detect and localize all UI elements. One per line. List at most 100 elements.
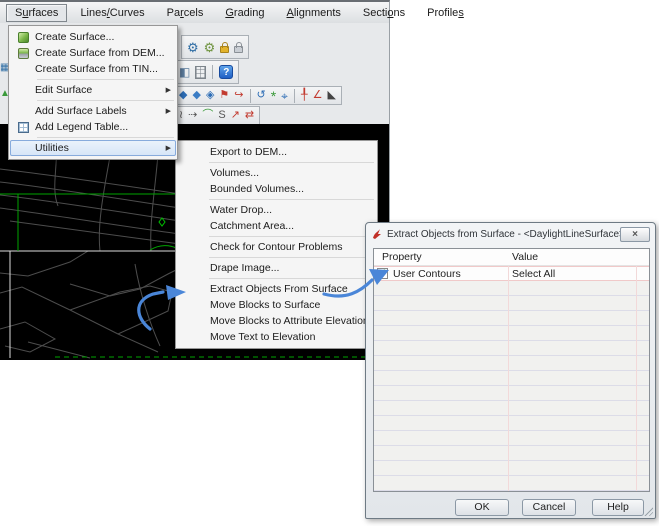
undo-icon[interactable]: ↺ [257,90,266,101]
menubar-item-profiles[interactable]: Profiles [418,4,473,22]
menu-item-label: Move Blocks to Surface [210,299,371,311]
close-icon[interactable]: × [620,227,650,242]
menu-item-move-blocks-to-surface[interactable]: Move Blocks to Surface [177,297,376,313]
axis-icon[interactable]: ╀ [301,90,308,101]
menu-item-drape-image[interactable]: Drape Image... [177,260,376,276]
menu-item-label: Volumes... [210,167,371,179]
arrows-swap-icon[interactable]: ⇄ [245,110,254,121]
calculator-icon[interactable] [195,66,206,79]
table-row-empty[interactable] [374,311,649,326]
dialog-app-icon [371,228,383,240]
value-cell[interactable]: Select All [508,268,555,280]
menu-separator [209,257,374,258]
menu-separator [37,100,174,101]
table-row-empty[interactable] [374,401,649,416]
polyline-icon[interactable]: ≀ [179,110,183,121]
menubar-item-surfaces[interactable]: Surfaces [6,4,67,22]
property-column-cell: User Contours [374,268,508,280]
menu-item-move-text-to-elevation[interactable]: Move Text to Elevation [177,329,376,345]
arrow-turn-icon[interactable]: ↪ [234,90,243,101]
gear-blue-icon[interactable]: ⚙ [187,41,199,54]
menu-item-move-blocks-to-attribute-elevation[interactable]: Move Blocks to Attribute Elevation [177,313,376,329]
menu-item-bounded-volumes[interactable]: Bounded Volumes... [177,181,376,197]
toolbar-separator [294,89,295,103]
surfaces-menu: Create Surface... Create Surface from DEM… [8,25,178,160]
menu-item-water-drop[interactable]: Water Drop... [177,202,376,218]
lock-closed-icon[interactable] [220,46,229,53]
table-row-empty[interactable] [374,386,649,401]
star-green-icon[interactable]: * [271,89,276,103]
ok-button[interactable]: OK [455,499,509,516]
menu-item-create-surface-from-tin[interactable]: Create Surface from TIN... [10,61,176,77]
diamond-icon[interactable]: ◆ [192,90,200,101]
menu-item-label: Move Blocks to Attribute Elevation [210,315,371,327]
menu-item-add-legend-table[interactable]: Add Legend Table... [10,119,176,135]
table-row-empty[interactable] [374,281,649,296]
diamond-pencil-icon[interactable]: ◈ [206,90,214,101]
property-cell: User Contours [393,268,461,280]
menu-item-label: Add Surface Labels [35,105,162,117]
table-row-empty[interactable] [374,461,649,476]
menu-item-label: Add Legend Table... [35,121,171,133]
menu-separator [209,236,374,237]
submenu-arrow-icon: ▶ [166,86,171,94]
menu-item-label: Utilities [35,142,162,154]
table-row-empty[interactable] [374,431,649,446]
diamond-icon[interactable]: ◆ [179,90,187,101]
help-button[interactable]: Help [592,499,644,516]
flag-icon[interactable]: ⚑ [219,90,229,101]
menu-item-label: Create Surface from DEM... [35,47,171,59]
table-row-empty[interactable] [374,326,649,341]
menu-item-edit-surface[interactable]: Edit Surface▶ [10,82,176,98]
menu-item-label: Export to DEM... [210,146,371,158]
dialog-titlebar[interactable]: Extract Objects from Surface - <Daylight… [366,223,655,245]
column-header-property: Property [374,251,508,263]
panel-icon[interactable]: ◧ [179,66,190,78]
cancel-button[interactable]: Cancel [522,499,576,516]
menu-separator [37,137,174,138]
menu-item-add-surface-labels[interactable]: Add Surface Labels ▶ [10,103,176,119]
table-row-empty[interactable] [374,296,649,311]
corner-icon[interactable]: ◣ [327,90,335,101]
table-row-empty[interactable] [374,341,649,356]
toolbar-separator [250,89,251,103]
table-row-user-contours[interactable]: User Contours Select All [374,266,649,281]
table-row-empty[interactable] [374,446,649,461]
checkbox-checked-icon[interactable] [377,268,388,279]
target-icon[interactable]: ⌖ [281,90,288,102]
extract-objects-dialog: Extract Objects from Surface - <Daylight… [365,222,656,519]
menu-item-catchment-area[interactable]: Catchment Area... [177,218,376,234]
menu-item-utilities[interactable]: Utilities ▶ [10,140,176,156]
help-icon[interactable]: ? [219,65,233,79]
toolbar-draw: ◆ ◆ ◈ ⚑ ↪ ↺ * ⌖ ╀ ∠ ◣ [173,86,342,105]
angle-icon[interactable]: ∠ [313,90,323,101]
menubar-item-grading[interactable]: Grading [216,4,273,22]
menu-item-label: Extract Objects From Surface [210,283,371,295]
arc-green-icon[interactable]: ⌒ [202,110,213,121]
menu-separator [209,278,374,279]
menu-item-label: Move Text to Elevation [210,331,371,343]
menu-item-create-surface[interactable]: Create Surface... [10,29,176,45]
menu-item-label: Drape Image... [210,262,371,274]
lock-open-icon[interactable] [234,46,243,53]
menu-item-export-to-dem[interactable]: Export to DEM... [177,144,376,160]
table-row-empty[interactable] [374,371,649,386]
menubar-item-sections[interactable]: Sections [354,4,414,22]
submenu-arrow-icon: ▶ [166,144,171,152]
table-row-empty[interactable] [374,476,649,491]
table-row-empty[interactable] [374,356,649,371]
menu-separator [37,79,174,80]
menu-item-extract-objects-from-surface[interactable]: Extract Objects From Surface [177,281,376,297]
gear-green-icon[interactable]: ⚙ [204,41,216,54]
menubar-item-lines-curves[interactable]: Lines/Curves [71,4,153,22]
arrow-ne-icon[interactable]: ↗ [231,110,240,121]
table-row-empty[interactable] [374,416,649,431]
menu-item-volumes[interactable]: Volumes... [177,165,376,181]
menu-item-check-for-contour-problems[interactable]: Check for Contour Problems [177,239,376,255]
menu-item-create-surface-from-dem[interactable]: Create Surface from DEM... [10,45,176,61]
node-move-icon[interactable]: ⇢ [188,110,197,121]
menubar-item-alignments[interactable]: Alignments [277,4,349,22]
submenu-arrow-icon: ▶ [166,107,171,115]
menubar-item-parcels[interactable]: Parcels [158,4,213,22]
spline-icon[interactable]: S [218,110,225,121]
